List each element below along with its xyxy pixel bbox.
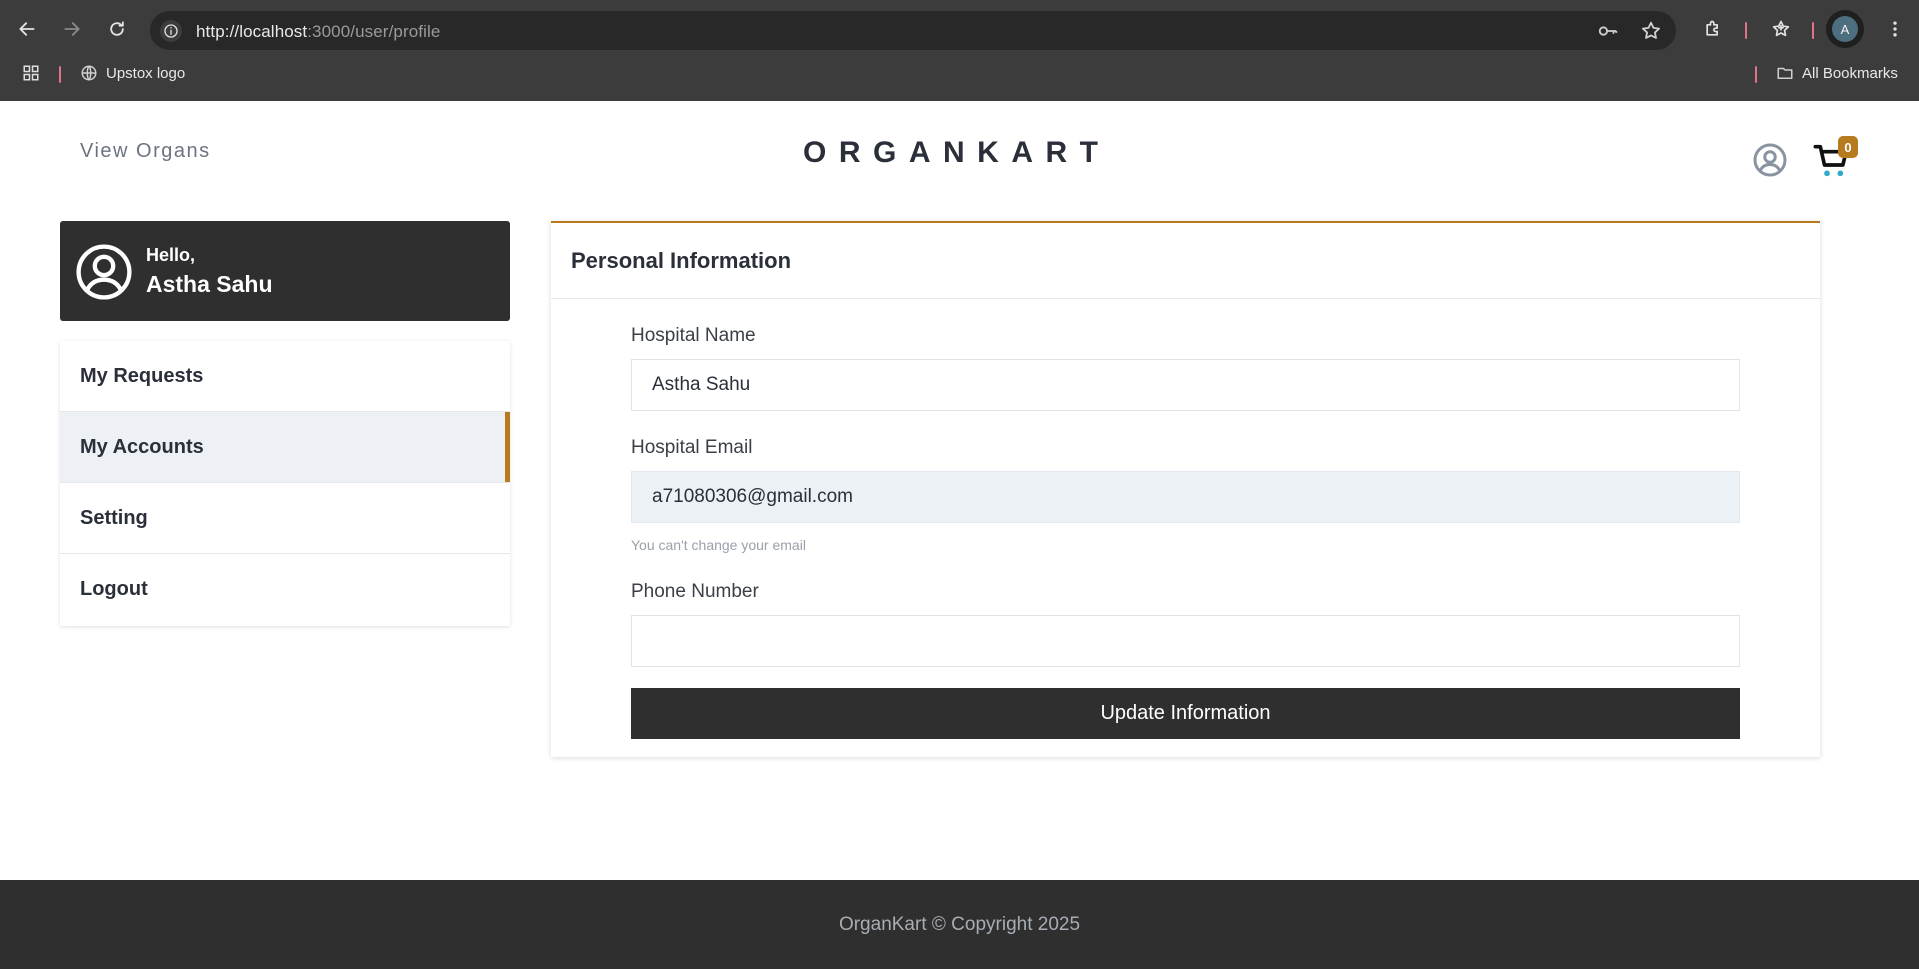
menu-item-my-accounts[interactable]: My Accounts	[60, 412, 510, 483]
menu-item-setting[interactable]: Setting	[60, 483, 510, 554]
reload-icon[interactable]	[101, 13, 133, 45]
bookmark-separator	[1755, 66, 1757, 83]
copyright-text: OrganKart © Copyright 2025	[838, 913, 1081, 935]
user-avatar-icon	[75, 243, 133, 301]
url-path: :3000/user/profile	[307, 22, 441, 41]
bookmark-upstox[interactable]: Upstox logo	[80, 64, 185, 82]
site-logo[interactable]: ORGANKART	[803, 136, 1111, 170]
toolbar-separator	[1812, 22, 1814, 39]
view-organs-link[interactable]: View Organs	[80, 140, 211, 163]
browser-toolbar: http://localhost:3000/user/profile A	[0, 5, 1919, 53]
url-text[interactable]: http://localhost:3000/user/profile	[196, 22, 440, 42]
url-host: http://localhost	[196, 22, 308, 41]
personal-info-panel: Personal Information Hospital Name Hospi…	[551, 221, 1820, 757]
extensions-icon[interactable]	[1697, 13, 1729, 45]
bookmark-star-icon[interactable]	[1640, 20, 1662, 42]
user-name: Astha Sahu	[146, 271, 273, 297]
footer: OrganKart © Copyright 2025	[0, 880, 1919, 969]
menu-item-my-requests[interactable]: My Requests	[60, 341, 510, 412]
profile-initial: A	[1832, 16, 1858, 42]
globe-icon	[81, 65, 97, 81]
bookmark-separator	[59, 66, 61, 83]
greeting-label: Hello,	[146, 245, 196, 265]
update-information-button[interactable]: Update Information	[631, 688, 1740, 739]
bookmark-label: Upstox logo	[106, 64, 186, 82]
email-hint: You can't change your email	[631, 537, 806, 553]
user-circle-icon[interactable]	[1752, 142, 1788, 178]
site-info-icon[interactable]	[160, 20, 182, 42]
more-menu-icon[interactable]	[1879, 13, 1911, 45]
hospital-email-label: Hospital Email	[631, 437, 753, 458]
address-bar[interactable]: http://localhost:3000/user/profile	[150, 11, 1676, 50]
greeting-text: Hello, Astha Sahu	[146, 245, 273, 298]
forward-icon[interactable]	[56, 13, 88, 45]
phone-number-input[interactable]	[631, 615, 1740, 667]
back-icon[interactable]	[11, 13, 43, 45]
all-bookmarks[interactable]: All Bookmarks	[1776, 64, 1898, 82]
hospital-email-input	[631, 471, 1740, 523]
hospital-name-label: Hospital Name	[631, 325, 756, 346]
reading-list-icon[interactable]	[1765, 13, 1797, 45]
menu-item-logout[interactable]: Logout	[60, 554, 510, 625]
profile-avatar[interactable]: A	[1826, 10, 1864, 48]
account-menu: My Requests My Accounts Setting Logout	[60, 341, 510, 626]
hospital-name-input[interactable]	[631, 359, 1740, 411]
all-bookmarks-label: All Bookmarks	[1802, 64, 1898, 82]
folder-icon	[1777, 67, 1793, 79]
browser-chrome: http://localhost:3000/user/profile A Ups…	[0, 0, 1919, 101]
apps-grid-icon[interactable]	[22, 64, 40, 82]
password-key-icon[interactable]	[1597, 20, 1619, 42]
user-greeting-card: Hello, Astha Sahu	[60, 221, 510, 321]
bookmarks-bar: Upstox logo All Bookmarks	[0, 57, 1919, 93]
panel-title: Personal Information	[551, 223, 1820, 299]
toolbar-separator	[1745, 22, 1747, 39]
cart-count-badge: 0	[1838, 136, 1858, 158]
phone-number-label: Phone Number	[631, 581, 759, 602]
